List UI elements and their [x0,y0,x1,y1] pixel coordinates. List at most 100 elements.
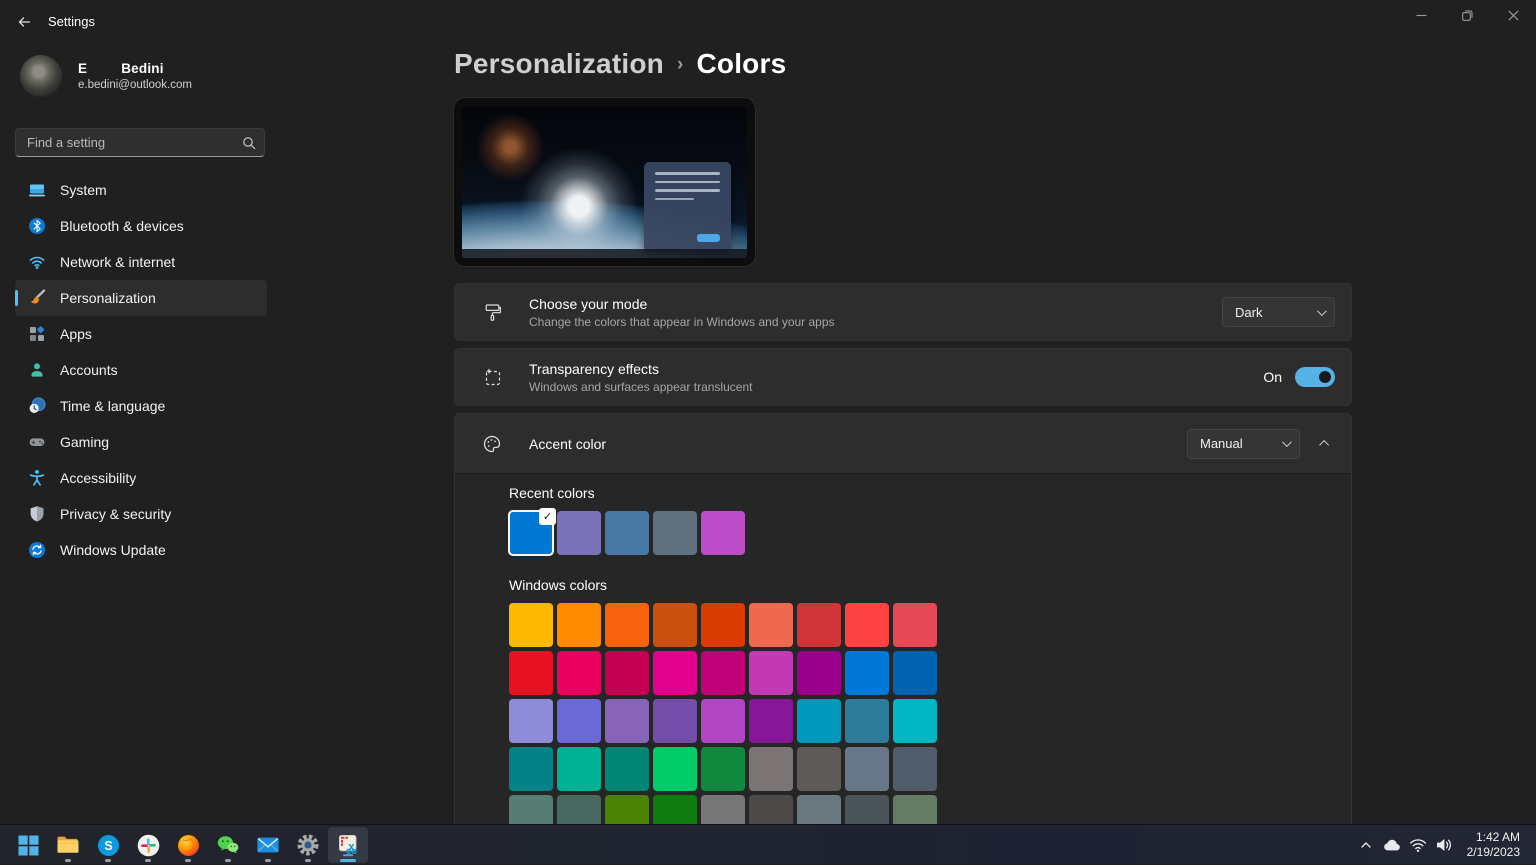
taskbar-wechat-icon[interactable] [208,827,248,863]
taskbar-slack-icon[interactable] [128,827,168,863]
chevron-down-icon [1317,306,1327,316]
sidebar-item-network-internet[interactable]: Network & internet [15,244,267,280]
windows-color-swatch-#4a5459[interactable] [845,795,889,824]
windows-color-swatch-#ef6950[interactable] [749,603,793,647]
mode-dropdown[interactable]: Dark [1222,297,1335,327]
windows-color-swatch-#744da9[interactable] [653,699,697,743]
windows-color-swatch-#69797e[interactable] [797,795,841,824]
sidebar-item-label: Network & internet [60,254,175,270]
windows-color-swatch-#e81123[interactable] [509,651,553,695]
taskbar-indicator [145,859,151,862]
sidebar-item-bluetooth-devices[interactable]: Bluetooth & devices [15,208,267,244]
windows-color-swatch-#00cc6a[interactable] [653,747,697,791]
sidebar-item-apps[interactable]: Apps [15,316,267,352]
taskbar-indicator [65,859,71,862]
windows-color-swatch-#e74856[interactable] [893,603,937,647]
sidebar-item-personalization[interactable]: Personalization [15,280,267,316]
sidebar-item-system[interactable]: System [15,172,267,208]
windows-color-swatch-#498205[interactable] [605,795,649,824]
windows-color-swatch-#10893e[interactable] [701,747,745,791]
windows-color-swatch-#0078d7[interactable] [845,651,889,695]
taskbar-mail-icon[interactable] [248,827,288,863]
sidebar-item-label: Windows Update [60,542,166,558]
settings-window: Settings EBedini e.bedini@outlook.com [0,0,1536,824]
recent-color-swatch-#bb4dc8[interactable] [701,511,745,555]
sidebar-item-accessibility[interactable]: Accessibility [15,460,267,496]
windows-color-swatch-#ff4343[interactable] [845,603,889,647]
windows-color-swatch-#ffb900[interactable] [509,603,553,647]
windows-color-swatch-#038387[interactable] [509,747,553,791]
windows-color-swatch-#e3008c[interactable] [653,651,697,695]
windows-color-swatch-#0099bc[interactable] [797,699,841,743]
windows-color-swatch-#0063b1[interactable] [893,651,937,695]
windows-color-swatch-#b146c2[interactable] [701,699,745,743]
taskbar-snipping-tool-icon[interactable] [328,827,368,863]
windows-color-swatch-#bf0077[interactable] [701,651,745,695]
sidebar-item-label: Privacy & security [60,506,171,522]
taskbar-indicator [105,859,111,862]
sidebar-item-time-language[interactable]: Time & language [15,388,267,424]
windows-color-swatch-#00b294[interactable] [557,747,601,791]
svg-text:S: S [104,839,112,853]
sidebar-item-windows-update[interactable]: Windows Update [15,532,267,568]
windows-color-swatch-#018574[interactable] [605,747,649,791]
windows-color-swatch-#767676[interactable] [701,795,745,824]
windows-color-swatch-#ff8c00[interactable] [557,603,601,647]
transparency-toggle[interactable] [1295,367,1335,387]
search-box[interactable] [15,128,265,157]
windows-color-swatch-#c239b3[interactable] [749,651,793,695]
accent-mode-dropdown[interactable]: Manual [1187,429,1300,459]
sidebar-item-label: System [60,182,107,198]
windows-color-swatch-#7a7574[interactable] [749,747,793,791]
windows-color-swatch-#5d5a58[interactable] [797,747,841,791]
close-button[interactable] [1490,0,1536,30]
windows-color-swatch-#515c6b[interactable] [893,747,937,791]
windows-color-swatch-#68768a[interactable] [845,747,889,791]
windows-color-swatch-#9a0089[interactable] [797,651,841,695]
search-input[interactable] [27,135,242,150]
windows-color-swatch-#da3b01[interactable] [701,603,745,647]
sidebar-item-accounts[interactable]: Accounts [15,352,267,388]
windows-color-swatch-#8764b8[interactable] [605,699,649,743]
collapse-chevron-up-icon[interactable] [1319,440,1329,450]
taskbar-start-button[interactable] [8,827,48,863]
main-content: Personalization›Colors [454,0,1352,824]
sidebar-item-label: Accessibility [60,470,136,486]
taskbar-firefox-icon[interactable] [168,827,208,863]
recent-color-swatch-#0078d4[interactable]: ✓ [509,511,553,555]
tray-chevron-up-icon[interactable] [1353,831,1379,859]
tray-volume-icon[interactable] [1431,831,1457,859]
taskbar-skype-icon[interactable]: S [88,827,128,863]
sidebar-item-gaming[interactable]: Gaming [15,424,267,460]
windows-color-swatch-#647c64[interactable] [893,795,937,824]
windows-color-swatch-#ca5010[interactable] [653,603,697,647]
tray-cloud-icon[interactable] [1379,831,1405,859]
windows-color-swatch-#8e8cd8[interactable] [509,699,553,743]
clock-time: 1:42 AM [1467,830,1520,845]
windows-color-swatch-#567c73[interactable] [509,795,553,824]
windows-color-swatch-#486860[interactable] [557,795,601,824]
windows-color-swatch-#c30052[interactable] [605,651,649,695]
windows-color-swatch-#00b7c3[interactable] [893,699,937,743]
sidebar-item-privacy-security[interactable]: Privacy & security [15,496,267,532]
windows-color-swatch-#881798[interactable] [749,699,793,743]
restore-button[interactable] [1444,0,1490,30]
recent-color-swatch-#7b72b8[interactable] [557,511,601,555]
windows-color-swatch-#107c10[interactable] [653,795,697,824]
tray-wifi-icon[interactable] [1405,831,1431,859]
windows-color-swatch-#f7630c[interactable] [605,603,649,647]
minimize-button[interactable] [1398,0,1444,30]
windows-color-swatch-#d13438[interactable] [797,603,841,647]
taskbar-indicator [225,859,231,862]
windows-color-swatch-#6b69d6[interactable] [557,699,601,743]
windows-color-swatch-#2d7d9a[interactable] [845,699,889,743]
recent-color-swatch-#4a78a4[interactable] [605,511,649,555]
breadcrumb-personalization[interactable]: Personalization [454,48,664,79]
taskbar-file-explorer-icon[interactable] [48,827,88,863]
recent-color-swatch-#60707c[interactable] [653,511,697,555]
windows-color-swatch-#ea005e[interactable] [557,651,601,695]
back-button[interactable] [10,8,38,36]
taskbar-settings-icon[interactable] [288,827,328,863]
taskbar-clock[interactable]: 1:42 AM 2/19/2023 [1467,830,1528,860]
windows-color-swatch-#4c4a48[interactable] [749,795,793,824]
